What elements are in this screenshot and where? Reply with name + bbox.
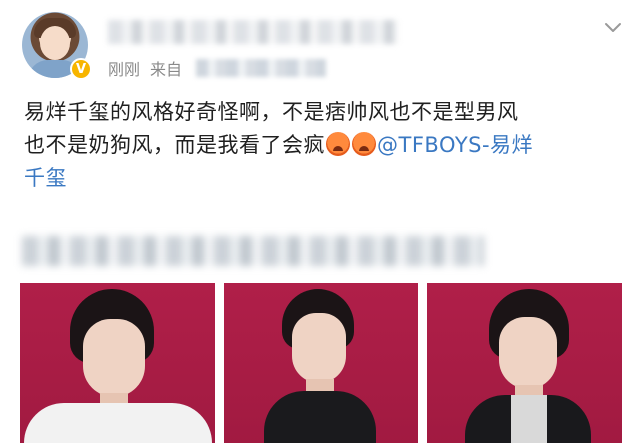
photo-grid xyxy=(20,283,623,443)
photo-2[interactable] xyxy=(223,283,419,443)
verified-badge-icon: V xyxy=(70,58,92,80)
post-source-label: 来自 xyxy=(150,60,183,79)
hot-face-emoji-icon xyxy=(326,132,350,156)
post-line-2-text: 也不是奶狗风，而是我看了会疯 xyxy=(24,133,325,157)
post-line-3[interactable]: 千玺 xyxy=(24,162,624,195)
post-line-1: 易烊千玺的风格好奇怪啊，不是痞帅风也不是型男风 xyxy=(24,100,519,124)
source-blurred xyxy=(196,59,327,77)
post-line-2: 也不是奶狗风，而是我看了会疯 @TFBOYS-易烊 xyxy=(24,129,624,162)
hot-face-emoji-icon xyxy=(352,132,376,156)
photo-face xyxy=(83,319,145,397)
post-meta: 刚刚 来自 xyxy=(108,58,327,79)
username-blurred[interactable] xyxy=(108,20,398,44)
photo-inner-shirt xyxy=(511,395,548,443)
photo-1[interactable] xyxy=(20,283,215,443)
blurred-content xyxy=(22,236,484,266)
photo-face xyxy=(291,313,346,383)
mention-link[interactable]: @TFBOYS-易烊 xyxy=(377,133,533,157)
photo-3[interactable] xyxy=(427,283,623,443)
post-time: 刚刚 xyxy=(108,60,141,79)
chevron-down-icon[interactable] xyxy=(604,18,622,36)
photo-shirt xyxy=(24,403,212,443)
avatar-face xyxy=(40,26,70,60)
post-text: 易烊千玺的风格好奇怪啊，不是痞帅风也不是型男风 也不是奶狗风，而是我看了会疯 @T… xyxy=(24,96,624,195)
photo-jacket xyxy=(263,391,376,443)
photo-face xyxy=(499,317,558,389)
